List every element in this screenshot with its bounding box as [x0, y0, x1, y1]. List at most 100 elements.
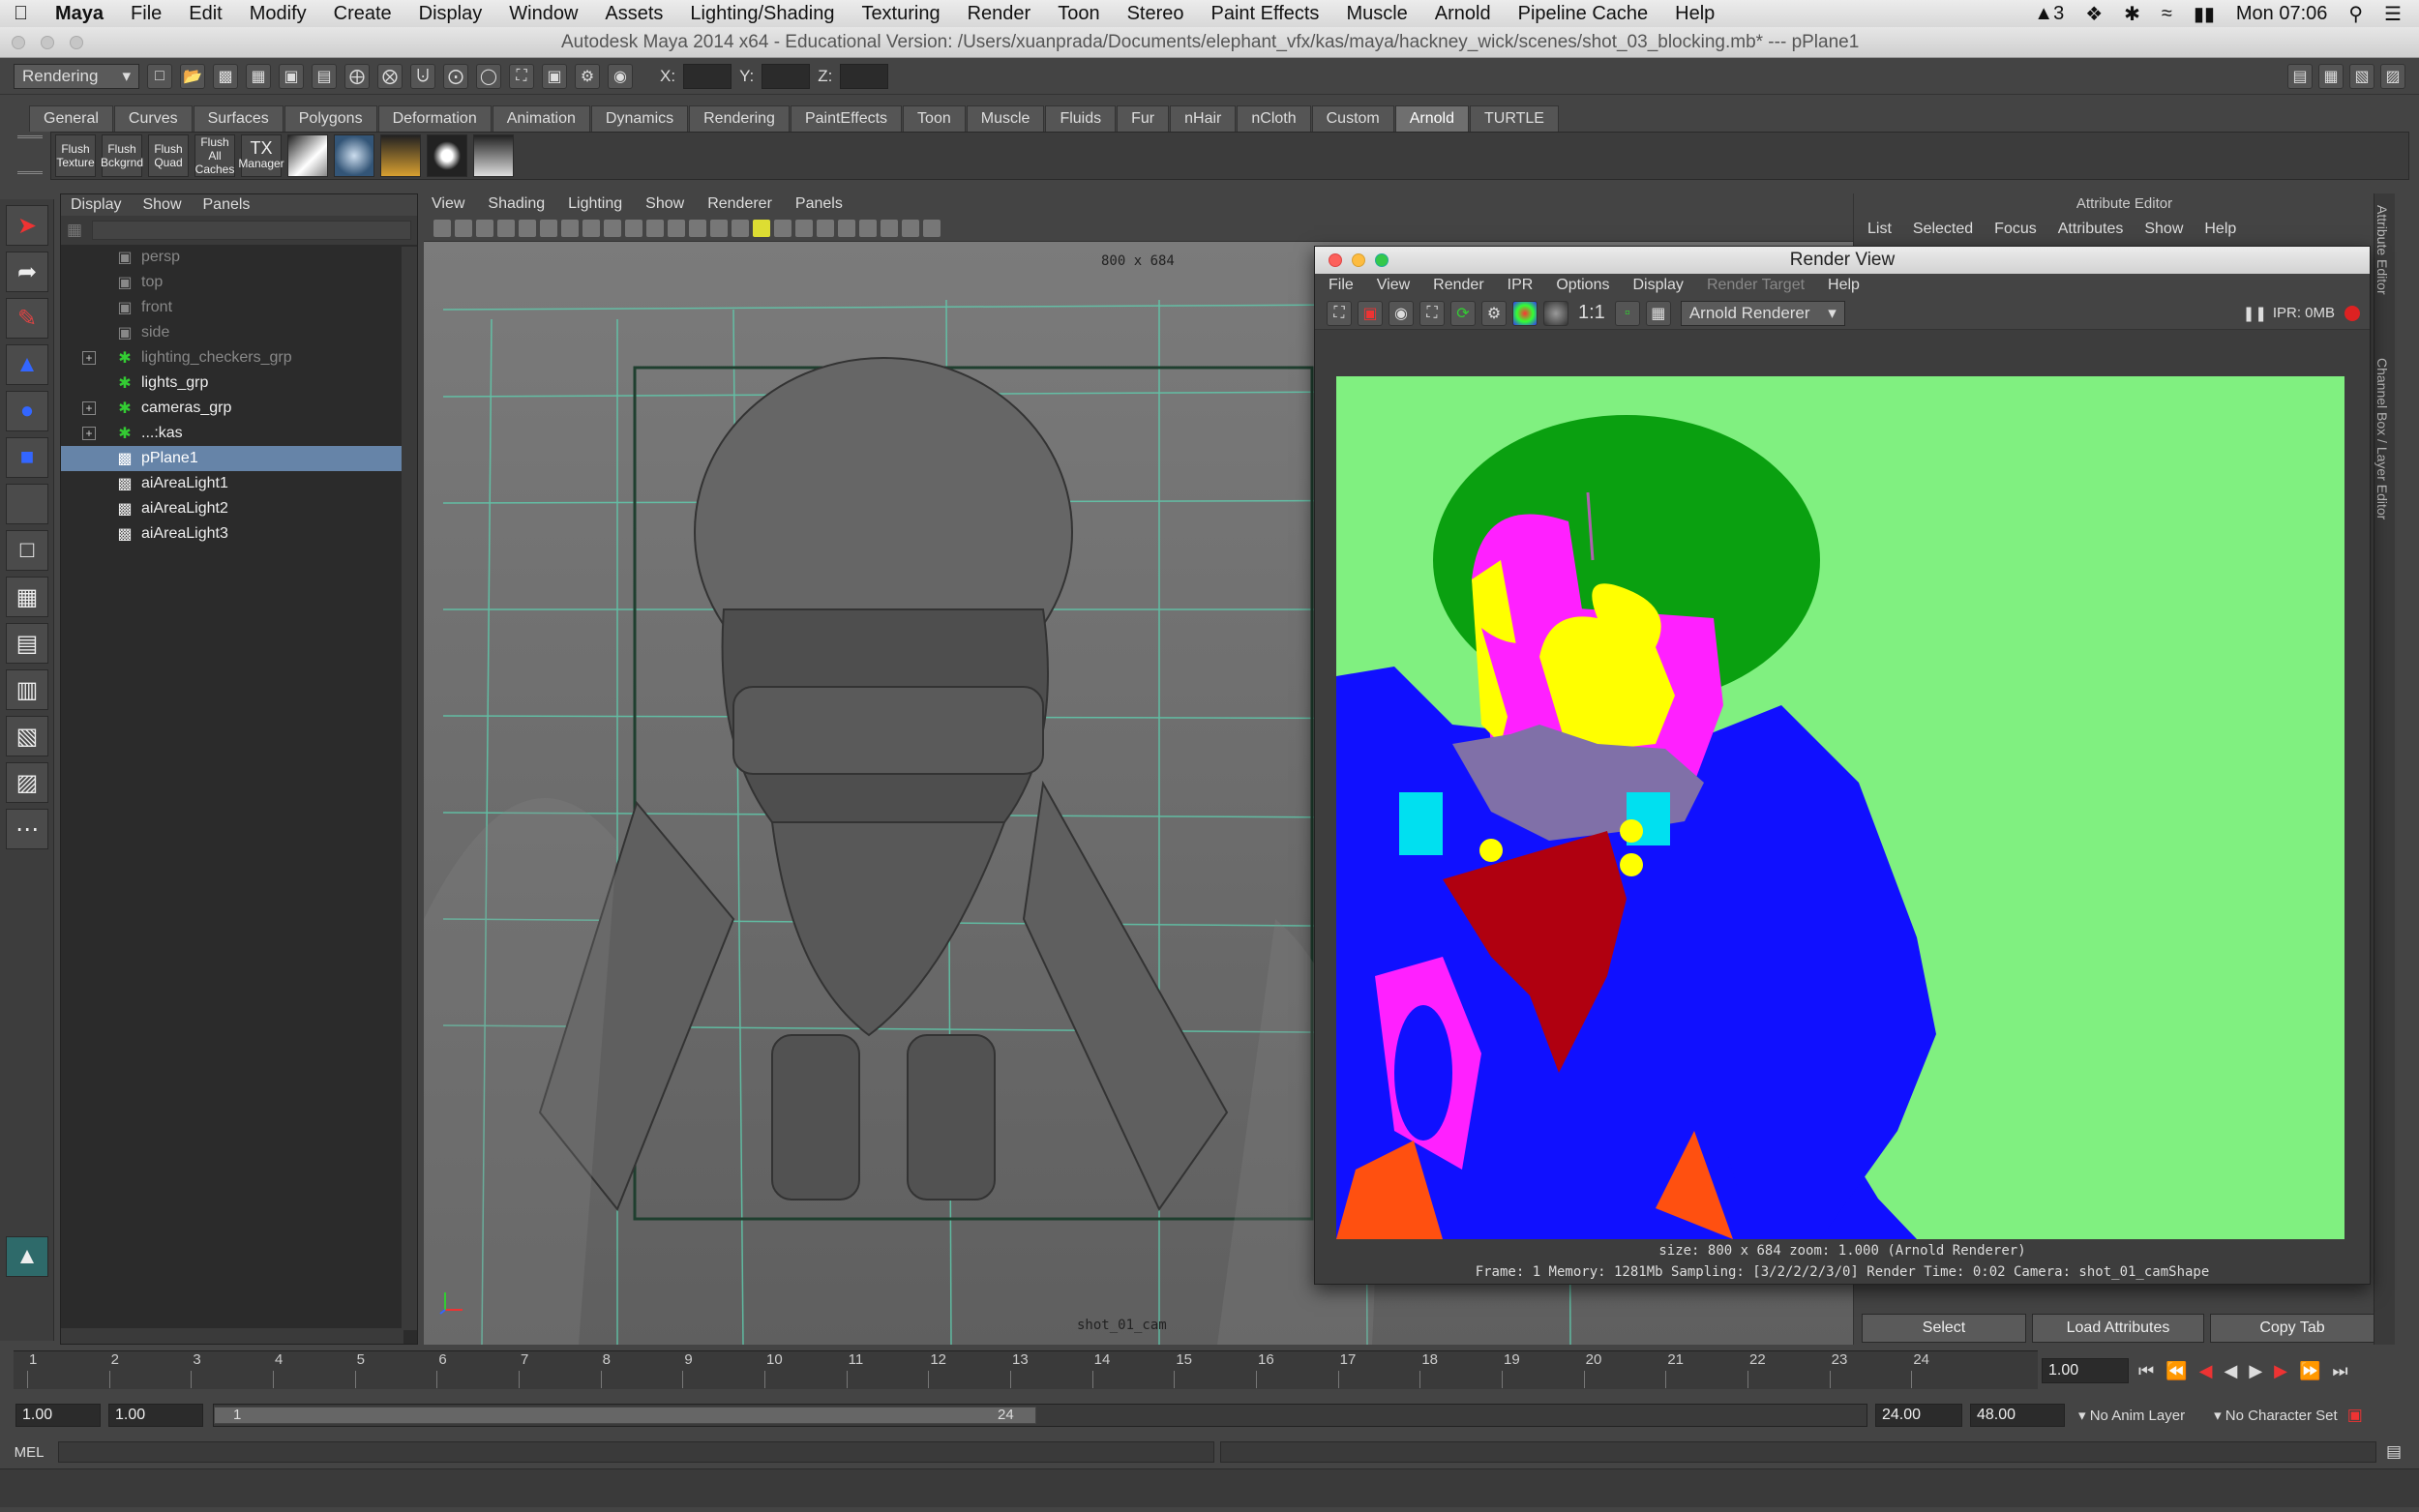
- four-view-layout-icon[interactable]: ▦: [6, 577, 48, 617]
- render-frame-icon[interactable]: ⛶: [509, 63, 534, 89]
- camera-select-icon[interactable]: [433, 219, 451, 237]
- outliner-item-kas[interactable]: + ✱ ...:kas: [61, 421, 417, 446]
- outliner-item-front[interactable]: ▣ front: [61, 295, 417, 320]
- outliner-item-persp[interactable]: ▣ persp: [61, 245, 417, 270]
- viewport-menu-renderer[interactable]: Renderer: [707, 195, 772, 213]
- flush-quad-button[interactable]: Flush Quad: [148, 134, 189, 177]
- adobe-icon[interactable]: ▲3: [2034, 3, 2064, 25]
- minimize-window-button[interactable]: [41, 35, 54, 49]
- rv-menu-render-target[interactable]: Render Target: [1707, 277, 1805, 294]
- shelf-tab-arnold[interactable]: Arnold: [1394, 105, 1469, 132]
- render-image[interactable]: [1336, 376, 2344, 1239]
- time-slider[interactable]: 1 2 3 4 5 6 7 8 9 10 11 12 13 14 15 16 17 18 19 20 21 22 23 24: [14, 1350, 2038, 1389]
- persp-outliner-layout-icon[interactable]: ▤: [6, 623, 48, 664]
- xray-icon[interactable]: [817, 219, 834, 237]
- flush-texture-button[interactable]: Flush Texture: [55, 134, 96, 177]
- channel-box-icon[interactable]: ▦: [2318, 63, 2344, 89]
- ae-menu-help[interactable]: Help: [2204, 221, 2236, 238]
- rv-menu-options[interactable]: Options: [1556, 277, 1609, 294]
- select-object-icon[interactable]: ▣: [279, 63, 304, 89]
- select-component-icon[interactable]: ▤: [312, 63, 337, 89]
- image-plane-icon[interactable]: [497, 219, 515, 237]
- ipr-render-icon[interactable]: ▣: [542, 63, 567, 89]
- outliner-item-pplane1[interactable]: ▩ pPlane1: [61, 446, 417, 471]
- attribute-editor-icon[interactable]: ▧: [2349, 63, 2374, 89]
- outliner-hscrollbar[interactable]: [61, 1328, 403, 1344]
- menu-modify[interactable]: Modify: [236, 3, 320, 25]
- tx-manager-button[interactable]: TX Manager: [238, 134, 284, 177]
- end-time-field[interactable]: 48.00: [1970, 1404, 2065, 1427]
- shelf-menu-icon[interactable]: [17, 135, 43, 174]
- rgb-channels-icon[interactable]: [1512, 300, 1538, 326]
- character-set-dropdown[interactable]: ▾ No Character Set: [2214, 1407, 2338, 1424]
- scale-tool-icon[interactable]: ■: [6, 437, 48, 478]
- photometric-light-icon[interactable]: [380, 134, 421, 177]
- light-portal-icon[interactable]: [473, 134, 514, 177]
- render-view-zoom-button[interactable]: [1375, 253, 1389, 267]
- snap-plane-icon[interactable]: ⨀: [443, 63, 468, 89]
- layout-icon[interactable]: ▤: [2287, 63, 2313, 89]
- menu-toon[interactable]: Toon: [1044, 3, 1113, 25]
- shelf-tab-ncloth[interactable]: nCloth: [1237, 105, 1311, 132]
- ipr-stop-icon[interactable]: [2344, 305, 2360, 321]
- smooth-shade-icon[interactable]: [689, 219, 706, 237]
- single-perspective-layout-icon[interactable]: □: [6, 530, 48, 571]
- go-to-start-icon[interactable]: ⏮: [2138, 1361, 2154, 1381]
- tool-settings-icon[interactable]: ▨: [2380, 63, 2405, 89]
- shelf-tab-nhair[interactable]: nHair: [1170, 105, 1237, 132]
- spotlight-icon[interactable]: ⚲: [2348, 2, 2363, 26]
- hypershade-layout-icon[interactable]: ▧: [6, 716, 48, 756]
- side-tab-channel-box[interactable]: Channel Box / Layer Editor: [2374, 329, 2390, 519]
- paint-select-tool-icon[interactable]: ✎: [6, 298, 48, 339]
- shelf-tab-surfaces[interactable]: Surfaces: [193, 105, 284, 132]
- ae-menu-selected[interactable]: Selected: [1913, 221, 1973, 238]
- menu-file[interactable]: File: [117, 3, 175, 25]
- start-time-field[interactable]: 1.00: [15, 1404, 101, 1427]
- viewport-menu-lighting[interactable]: Lighting: [568, 195, 622, 213]
- outliner-menu-panels[interactable]: Panels: [203, 196, 251, 214]
- rv-menu-ipr[interactable]: IPR: [1508, 277, 1534, 294]
- menu-create[interactable]: Create: [320, 3, 405, 25]
- ae-menu-focus[interactable]: Focus: [1994, 221, 2037, 238]
- refresh-ipr-icon[interactable]: ⟳: [1450, 300, 1476, 326]
- menuset-dropdown[interactable]: Rendering ▾: [14, 63, 139, 89]
- render-region-icon[interactable]: ▣: [1358, 300, 1383, 326]
- step-forward-key-icon[interactable]: ⏩: [2299, 1361, 2320, 1381]
- hud-icon[interactable]: [923, 219, 941, 237]
- outliner-vscrollbar[interactable]: [402, 247, 417, 1330]
- menu-help[interactable]: Help: [1661, 3, 1728, 25]
- flush-all-caches-button[interactable]: Flush All Caches: [194, 134, 235, 177]
- command-input[interactable]: [58, 1441, 1214, 1463]
- step-back-key-icon[interactable]: ⏪: [2165, 1361, 2187, 1381]
- viewport-menu-show[interactable]: Show: [645, 195, 684, 213]
- shelf-tab-toon[interactable]: Toon: [903, 105, 966, 132]
- menu-pipeline-cache[interactable]: Pipeline Cache: [1505, 3, 1662, 25]
- menu-lighting-shading[interactable]: Lighting/Shading: [676, 3, 848, 25]
- mesh-light-icon[interactable]: [427, 134, 467, 177]
- rv-menu-render[interactable]: Render: [1433, 277, 1483, 294]
- menu-muscle[interactable]: Muscle: [1332, 3, 1420, 25]
- menu-stereo[interactable]: Stereo: [1114, 3, 1198, 25]
- ambient-occlusion-icon[interactable]: [838, 219, 855, 237]
- menu-display[interactable]: Display: [405, 3, 496, 25]
- z-field[interactable]: [840, 63, 889, 89]
- more-layouts-icon[interactable]: ⋯: [6, 809, 48, 849]
- outliner-item-lighting-checkers-grp[interactable]: + ✱ lighting_checkers_grp: [61, 345, 417, 371]
- hypershade-icon[interactable]: ◉: [608, 63, 633, 89]
- side-tab-attribute-editor[interactable]: Attribute Editor: [2374, 193, 2390, 329]
- render-settings-icon[interactable]: ⚙: [575, 63, 600, 89]
- battery-icon[interactable]: ▮▮: [2194, 2, 2215, 26]
- outliner-item-aiarealight3[interactable]: ▩ aiAreaLight3: [61, 521, 417, 547]
- select-hierarchy-icon[interactable]: ▦: [246, 63, 271, 89]
- snap-live-icon[interactable]: ◯: [476, 63, 501, 89]
- redo-render-icon[interactable]: ⛶: [1327, 300, 1352, 326]
- ae-load-attributes-button[interactable]: Load Attributes: [2032, 1314, 2204, 1343]
- camera-attributes-icon[interactable]: [455, 219, 472, 237]
- flush-bckgrnd-button[interactable]: Flush Bckgrnd: [101, 134, 143, 177]
- select-tool-icon[interactable]: ➤: [6, 205, 48, 246]
- shelf-tab-turtle[interactable]: TURTLE: [1469, 105, 1559, 132]
- renderer-dropdown[interactable]: Arnold Renderer ▾: [1680, 300, 1845, 326]
- outliner-item-cameras-grp[interactable]: + ✱ cameras_grp: [61, 396, 417, 421]
- ae-select-button[interactable]: Select: [1862, 1314, 2027, 1343]
- textured-icon[interactable]: [732, 219, 749, 237]
